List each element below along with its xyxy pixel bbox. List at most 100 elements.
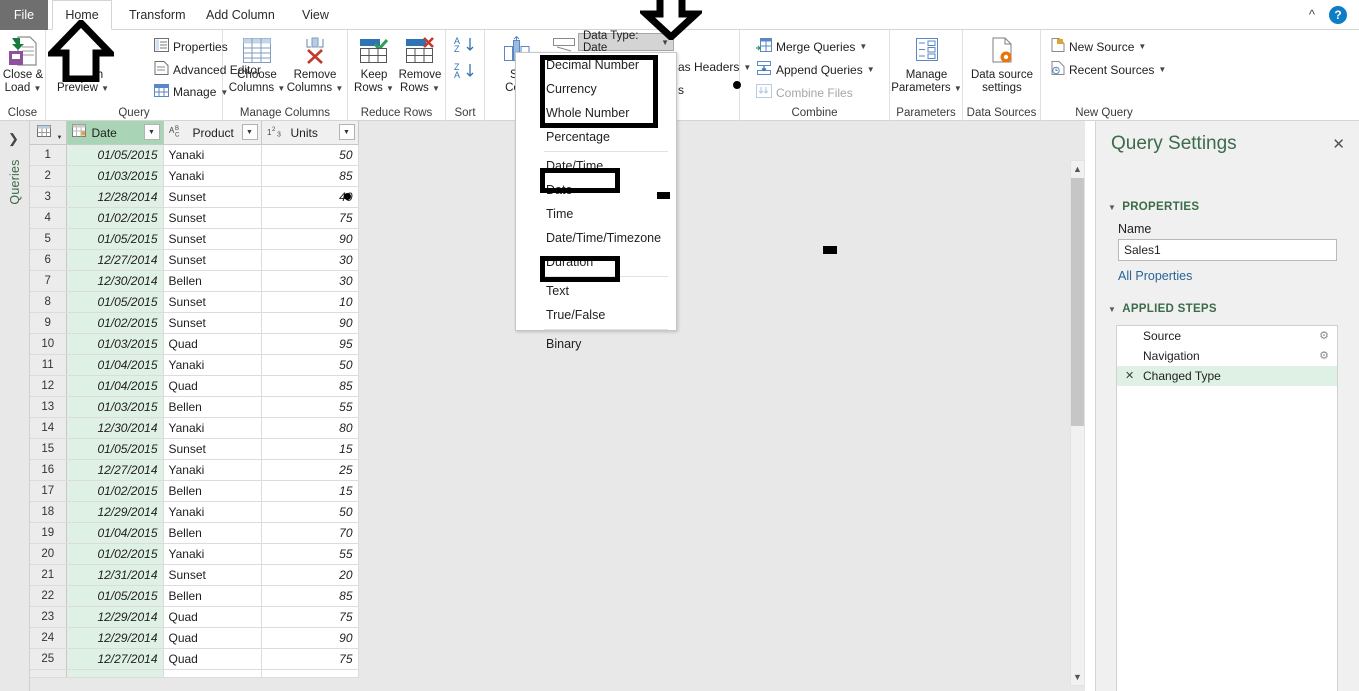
table-row[interactable]: 25 12/27/2014 Quad 75 [30,648,359,670]
properties-section-header[interactable]: ▼ PROPERTIES [1108,201,1199,213]
manage-parameters-button[interactable]: Manage Parameters ▼ [890,33,963,95]
tab-add-column[interactable]: Add Column [192,0,289,30]
data-type-item-date-time[interactable]: Date/Time [516,154,676,178]
row-number[interactable]: 1 [30,144,67,166]
help-icon[interactable]: ? [1329,6,1347,24]
cell-date[interactable]: 01/03/2015 [66,396,164,418]
data-type-item-percentage[interactable]: Percentage [516,125,676,149]
table-row-partial[interactable] [30,669,359,678]
cell-product[interactable]: Sunset [163,186,262,208]
chevron-up-icon[interactable]: ▲ [1071,161,1084,177]
cell-date[interactable]: 12/27/2014 [66,648,164,670]
table-row[interactable]: 4 01/02/2015 Sunset 75 [30,207,359,229]
tab-transform[interactable]: Transform [115,0,200,30]
cell-product[interactable]: Bellen [163,396,262,418]
table-row[interactable]: 18 12/29/2014 Yanaki 50 [30,501,359,523]
row-number[interactable]: 20 [30,543,67,565]
cell-partial[interactable] [163,669,262,678]
column-filter-date-button[interactable]: ▼ [143,124,160,140]
cell-units[interactable]: 30 [261,249,359,271]
cell-units[interactable]: 15 [261,480,359,502]
tab-file[interactable]: File [0,0,48,30]
cell-date[interactable]: 01/02/2015 [66,312,164,334]
sort-descending-button[interactable]: Z A [450,62,482,80]
cell-product[interactable]: Yanaki [163,144,262,166]
table-row[interactable]: 9 01/02/2015 Sunset 90 [30,312,359,334]
cell-units[interactable]: 15 [261,438,359,460]
table-row[interactable]: 12 01/04/2015 Quad 85 [30,375,359,397]
append-queries-button[interactable]: Append Queries ▼ [756,61,875,78]
chevron-down-icon[interactable]: ▼ [1138,42,1146,51]
cell-product[interactable]: Sunset [163,249,262,271]
gear-icon[interactable]: ⚙ [1319,349,1329,362]
table-row[interactable]: 2 01/03/2015 Yanaki 85 [30,165,359,187]
cell-units[interactable]: 75 [261,207,359,229]
table-row[interactable]: 21 12/31/2014 Sunset 20 [30,564,359,586]
row-number[interactable]: 18 [30,501,67,523]
data-type-button[interactable]: Data Type: Date ▼ [578,30,674,54]
table-row[interactable]: 13 01/03/2015 Bellen 55 [30,396,359,418]
cell-date[interactable]: 12/29/2014 [66,501,164,523]
data-type-item-text[interactable]: Text [516,279,676,303]
data-type-item-duration[interactable]: Duration [516,250,676,274]
table-row[interactable]: 24 12/29/2014 Quad 90 [30,627,359,649]
cell-units[interactable]: 40 [261,186,359,208]
cell-date[interactable]: 01/05/2015 [66,438,164,460]
queries-pane-collapsed[interactable]: ❯ Queries [0,121,30,691]
cell-units[interactable]: 90 [261,228,359,250]
cell-date[interactable]: 01/05/2015 [66,291,164,313]
cell-units[interactable]: 30 [261,270,359,292]
tab-view[interactable]: View [288,0,343,30]
table-row[interactable]: 10 01/03/2015 Quad 95 [30,333,359,355]
cell-product[interactable]: Sunset [163,312,262,334]
scrollbar-thumb[interactable] [1071,178,1084,426]
cell-product[interactable]: Yanaki [163,354,262,376]
row-number[interactable]: 11 [30,354,67,376]
table-row[interactable]: 7 12/30/2014 Bellen 30 [30,270,359,292]
cell-product[interactable]: Quad [163,648,262,670]
keep-rows-button[interactable]: Keep Rows ▼ [350,33,398,95]
sort-ascending-button[interactable]: A Z [450,36,482,54]
cell-product[interactable]: Quad [163,627,262,649]
close-and-load-button[interactable]: Close & Load ▼ [0,33,46,95]
chevron-down-icon[interactable]: ▼ [867,65,875,74]
cell-product[interactable]: Sunset [163,564,262,586]
refresh-preview-button[interactable]: Refresh Preview ▼ [52,33,114,95]
cell-units[interactable]: 75 [261,606,359,628]
row-number[interactable]: 25 [30,648,67,670]
cell-product[interactable]: Yanaki [163,543,262,565]
manage-button[interactable]: Manage ▼ [154,84,228,100]
cell-product[interactable]: Bellen [163,270,262,292]
cell-product[interactable]: Sunset [163,207,262,229]
table-row[interactable]: 8 01/05/2015 Sunset 10 [30,291,359,313]
cell-date[interactable]: 12/30/2014 [66,270,164,292]
cell-units[interactable]: 75 [261,648,359,670]
table-row[interactable]: 11 01/04/2015 Yanaki 50 [30,354,359,376]
column-header-product[interactable]: A B C Product ▼ [163,121,262,145]
properties-button[interactable]: Properties [154,38,228,55]
grid-vertical-scrollbar[interactable]: ▲ ▼ [1070,160,1085,686]
cell-product[interactable]: Bellen [163,585,262,607]
cell-date[interactable]: 01/04/2015 [66,354,164,376]
tab-home[interactable]: Home [52,0,112,30]
row-number[interactable]: 5 [30,228,67,250]
applied-step-changed-type[interactable]: ✕ Changed Type [1117,366,1337,386]
data-type-item-true-false[interactable]: True/False [516,303,676,327]
gear-icon[interactable]: ⚙ [1319,329,1329,342]
row-number[interactable]: 24 [30,627,67,649]
combine-files-button[interactable]: Combine Files [756,84,853,101]
column-filter-product-button[interactable]: ▼ [241,124,258,140]
data-type-item-time[interactable]: Time [516,202,676,226]
remove-columns-button[interactable]: Remove Columns ▼ [285,33,345,95]
row-number[interactable]: 9 [30,312,67,334]
table-row[interactable]: 22 01/05/2015 Bellen 85 [30,585,359,607]
table-row[interactable]: 6 12/27/2014 Sunset 30 [30,249,359,271]
remove-rows-button[interactable]: Remove Rows ▼ [396,33,444,95]
row-number[interactable]: 16 [30,459,67,481]
cell-product[interactable]: Sunset [163,291,262,313]
cell-date[interactable]: 12/27/2014 [66,459,164,481]
cell-product[interactable]: Sunset [163,228,262,250]
cell-units[interactable]: 50 [261,144,359,166]
row-number[interactable]: 2 [30,165,67,187]
cell-date[interactable]: 01/04/2015 [66,522,164,544]
